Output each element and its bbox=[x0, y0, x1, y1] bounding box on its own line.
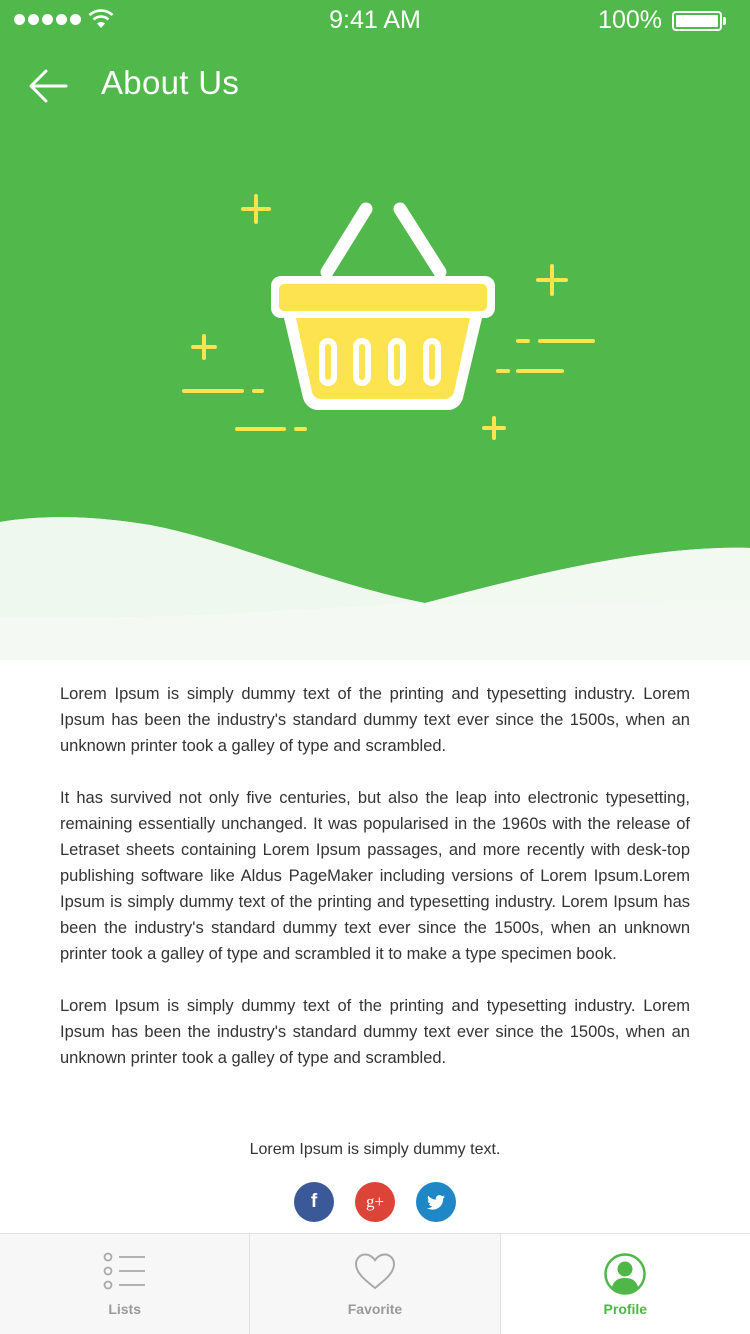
back-button[interactable] bbox=[26, 66, 72, 106]
paragraph: Lorem Ipsum is simply dummy text of the … bbox=[60, 997, 690, 1067]
battery-percentage: 100% bbox=[598, 6, 662, 34]
twitter-button[interactable] bbox=[416, 1182, 456, 1222]
tab-favorite[interactable]: Favorite bbox=[250, 1234, 501, 1334]
status-bar: 9:41 AM 100% bbox=[0, 0, 750, 40]
tab-lists[interactable]: Lists bbox=[0, 1234, 251, 1334]
facebook-button[interactable]: f bbox=[294, 1182, 334, 1222]
social-links: f g+ bbox=[0, 1182, 750, 1222]
google-plus-icon: g+ bbox=[365, 1192, 385, 1211]
arrow-left-icon bbox=[29, 69, 68, 103]
tab-profile-label: Profile bbox=[603, 1301, 648, 1317]
user-profile-icon bbox=[604, 1253, 647, 1295]
list-icon bbox=[103, 1252, 145, 1290]
paragraph: Lorem Ipsum is simply dummy text of the … bbox=[60, 685, 690, 755]
tab-profile[interactable]: Profile bbox=[500, 1234, 750, 1334]
about-content: Lorem Ipsum is simply dummy text of the … bbox=[60, 681, 690, 1097]
battery-tip bbox=[723, 17, 726, 25]
tab-lists-label: Lists bbox=[108, 1301, 141, 1317]
tagline: Lorem Ipsum is simply dummy text. bbox=[249, 1141, 501, 1158]
facebook-icon: f bbox=[310, 1191, 318, 1212]
paragraph: It has survived not only five centuries,… bbox=[60, 789, 690, 963]
tab-favorite-label: Favorite bbox=[347, 1301, 403, 1317]
tab-bar: Lists Favorite Profile bbox=[0, 1233, 750, 1334]
navigation-bar: About Us bbox=[0, 50, 750, 120]
page-title: About Us bbox=[101, 64, 240, 101]
heart-icon bbox=[354, 1253, 395, 1290]
battery-icon bbox=[672, 11, 722, 31]
twitter-icon bbox=[427, 1194, 445, 1210]
google-plus-button[interactable]: g+ bbox=[355, 1182, 395, 1222]
